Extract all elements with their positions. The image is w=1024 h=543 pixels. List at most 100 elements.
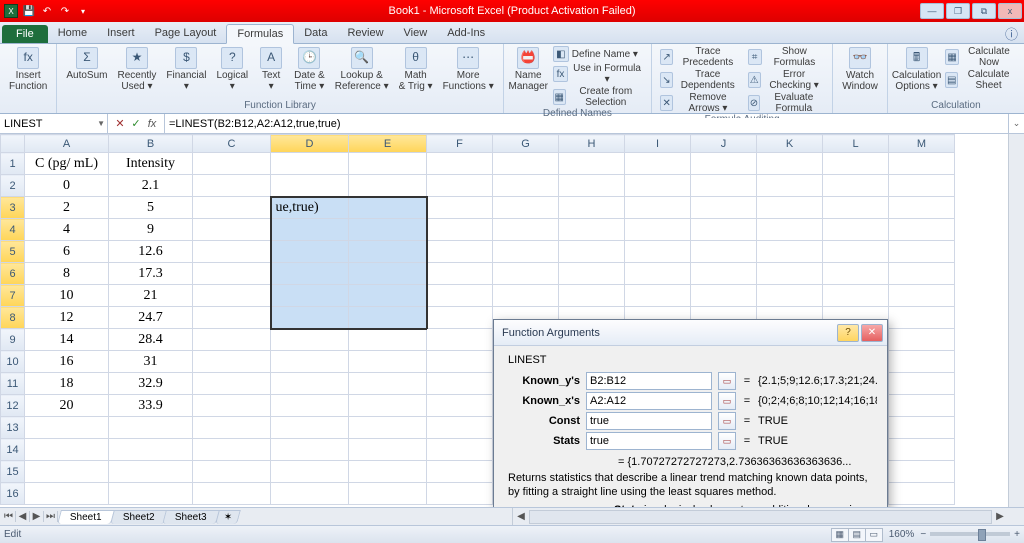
cell[interactable] <box>109 461 193 483</box>
cell[interactable] <box>889 285 955 307</box>
cell[interactable] <box>193 241 271 263</box>
more-functions-button[interactable]: ⋯More Functions ▾ <box>440 46 497 93</box>
row-header[interactable]: 7 <box>1 285 25 307</box>
cell[interactable]: 17.3 <box>109 263 193 285</box>
cell[interactable] <box>757 219 823 241</box>
cell[interactable] <box>25 417 109 439</box>
cell[interactable] <box>193 439 271 461</box>
horizontal-scrollbar[interactable]: ◀ ▶ <box>512 508 1008 525</box>
column-header[interactable]: J <box>691 135 757 153</box>
cell[interactable] <box>271 351 349 373</box>
row-header[interactable]: 1 <box>1 153 25 175</box>
cell[interactable] <box>823 219 889 241</box>
formula-input[interactable] <box>169 118 1004 130</box>
cell[interactable] <box>889 307 955 329</box>
cell[interactable] <box>271 373 349 395</box>
show-formulas-button[interactable]: ⌗Show Formulas <box>746 46 827 68</box>
cell[interactable]: 5 <box>109 197 193 219</box>
cell[interactable] <box>889 351 955 373</box>
cell[interactable] <box>193 175 271 197</box>
cell[interactable] <box>349 219 427 241</box>
cell[interactable] <box>493 197 559 219</box>
cell[interactable]: 28.4 <box>109 329 193 351</box>
restore-button[interactable]: ⧉ <box>972 3 996 19</box>
lookup-button[interactable]: 🔍Lookup & Reference ▾ <box>332 46 392 93</box>
cell[interactable] <box>427 241 493 263</box>
cell[interactable] <box>271 263 349 285</box>
cell[interactable] <box>271 329 349 351</box>
cell[interactable] <box>691 219 757 241</box>
column-header[interactable]: A <box>25 135 109 153</box>
cell[interactable] <box>889 263 955 285</box>
chevron-down-icon[interactable]: ▼ <box>97 119 105 128</box>
new-sheet-icon[interactable]: ✶ <box>215 510 241 524</box>
column-header[interactable]: M <box>889 135 955 153</box>
cell[interactable] <box>625 175 691 197</box>
math-button[interactable]: θMath & Trig ▾ <box>396 46 436 93</box>
cell[interactable] <box>559 285 625 307</box>
cell[interactable] <box>193 373 271 395</box>
worksheet-grid[interactable]: ABCDEFGHIJKLM1C (pg/ mL)Intensity202.132… <box>0 134 1024 507</box>
cell[interactable] <box>493 241 559 263</box>
row-header[interactable]: 8 <box>1 307 25 329</box>
cell[interactable] <box>193 153 271 175</box>
cell[interactable] <box>349 285 427 307</box>
cell[interactable] <box>193 197 271 219</box>
cell[interactable] <box>193 351 271 373</box>
cell[interactable] <box>427 175 493 197</box>
cell[interactable] <box>427 439 493 461</box>
cell[interactable] <box>349 153 427 175</box>
cell[interactable] <box>691 153 757 175</box>
cell[interactable] <box>109 439 193 461</box>
row-header[interactable]: 6 <box>1 263 25 285</box>
cell[interactable] <box>349 417 427 439</box>
cell[interactable] <box>349 197 427 219</box>
cell[interactable] <box>427 461 493 483</box>
cell[interactable] <box>889 461 955 483</box>
cell[interactable] <box>427 351 493 373</box>
cell[interactable] <box>691 285 757 307</box>
cell[interactable]: 2 <box>25 197 109 219</box>
sheet-tab[interactable]: Sheet3 <box>163 510 220 524</box>
cell[interactable]: 6 <box>25 241 109 263</box>
ribbon-tab-review[interactable]: Review <box>337 24 393 43</box>
cell[interactable] <box>889 219 955 241</box>
column-header[interactable]: H <box>559 135 625 153</box>
ribbon-tab-view[interactable]: View <box>394 24 438 43</box>
row-header[interactable]: 14 <box>1 439 25 461</box>
cell[interactable] <box>889 175 955 197</box>
cell[interactable] <box>493 285 559 307</box>
vertical-scrollbar[interactable] <box>1008 134 1024 507</box>
cell[interactable] <box>193 263 271 285</box>
watch-window-button[interactable]: 👓Watch Window <box>839 46 881 93</box>
financial-button[interactable]: $Financial ▾ <box>163 46 209 93</box>
cell[interactable] <box>193 285 271 307</box>
name-box[interactable]: ▼ <box>0 114 108 133</box>
ribbon-tab-insert[interactable]: Insert <box>97 24 145 43</box>
error-checking-button[interactable]: ⚠Error Checking ▾ <box>746 69 827 91</box>
cell[interactable]: 24.7 <box>109 307 193 329</box>
cell[interactable]: 8 <box>25 263 109 285</box>
cell[interactable]: 12.6 <box>109 241 193 263</box>
row-header[interactable]: 4 <box>1 219 25 241</box>
cell[interactable] <box>193 461 271 483</box>
cell[interactable] <box>757 285 823 307</box>
row-header[interactable]: 16 <box>1 483 25 505</box>
cell[interactable] <box>427 395 493 417</box>
page-layout-view-icon[interactable]: ▤ <box>848 528 866 542</box>
recently-used-button[interactable]: ★Recently Used ▾ <box>115 46 160 93</box>
cell[interactable] <box>559 241 625 263</box>
qa-redo-icon[interactable]: ↷ <box>58 4 72 18</box>
column-header[interactable]: C <box>193 135 271 153</box>
row-header[interactable]: 10 <box>1 351 25 373</box>
cell[interactable] <box>625 153 691 175</box>
zoom-level[interactable]: 160% <box>889 529 915 540</box>
cell[interactable] <box>193 307 271 329</box>
calculation-options-button[interactable]: 🖩Calculation Options ▾ <box>894 46 939 93</box>
cell[interactable]: 9 <box>109 219 193 241</box>
row-header[interactable]: 2 <box>1 175 25 197</box>
cell[interactable] <box>625 219 691 241</box>
cell[interactable]: 14 <box>25 329 109 351</box>
minimize-button[interactable]: — <box>920 3 944 19</box>
cell[interactable] <box>271 285 349 307</box>
